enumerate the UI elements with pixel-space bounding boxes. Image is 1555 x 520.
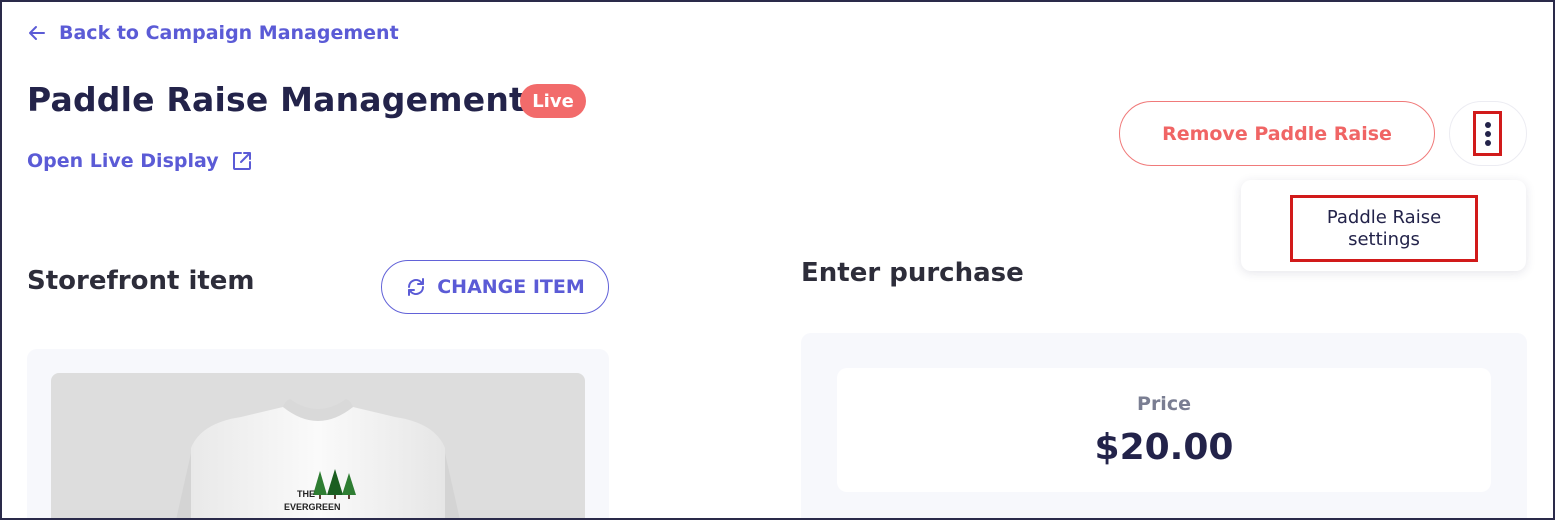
shirt-text-line1: THE (297, 489, 315, 499)
price-label: Price (1137, 393, 1191, 415)
enter-purchase-title: Enter purchase (801, 258, 1024, 288)
change-item-label: CHANGE ITEM (437, 276, 585, 298)
shirt-text-line2: EVERGREEN (284, 502, 341, 512)
more-vertical-icon (1485, 121, 1491, 146)
remove-paddle-raise-button[interactable]: Remove Paddle Raise (1119, 101, 1435, 166)
more-options-button[interactable] (1449, 101, 1527, 166)
price-value: $20.00 (1094, 427, 1234, 468)
storefront-item-image: THE EVERGREEN (51, 373, 585, 520)
back-link[interactable]: Back to Campaign Management (27, 22, 399, 44)
back-link-label: Back to Campaign Management (59, 22, 399, 44)
page-title: Paddle Raise Management (27, 80, 526, 119)
open-live-display-link[interactable]: Open Live Display (27, 150, 253, 172)
arrow-left-icon (29, 26, 45, 40)
change-item-button[interactable]: CHANGE ITEM (381, 260, 609, 314)
open-live-display-label: Open Live Display (27, 150, 219, 172)
status-badge: Live (520, 84, 586, 118)
menu-item-paddle-raise-settings[interactable]: Paddle Raise settings (1290, 195, 1478, 262)
storefront-item-title: Storefront item (27, 266, 255, 296)
tshirt-image: THE EVERGREEN (176, 399, 460, 520)
external-link-icon (232, 152, 251, 170)
refresh-icon (408, 278, 425, 296)
